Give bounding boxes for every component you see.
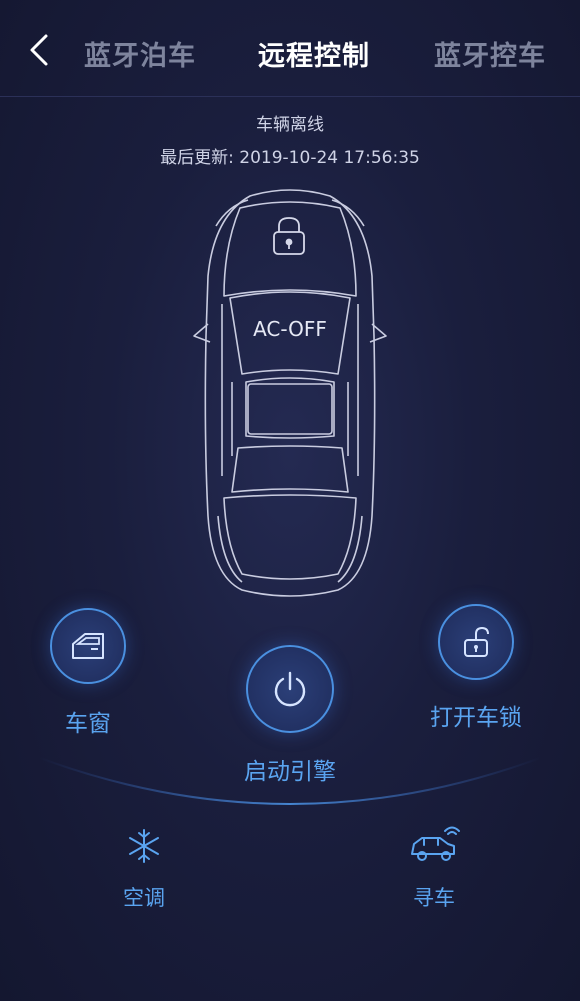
snowflake-icon[interactable] [126,826,162,866]
window-button[interactable] [50,608,126,684]
tab-bluetooth-parking[interactable]: 蓝牙泊车 [84,34,196,73]
last-updated-text: 最后更新: 2019-10-24 17:56:35 [160,148,420,168]
start-engine-button[interactable] [246,645,334,733]
car-door-icon [72,633,104,659]
power-icon [274,671,306,707]
tab-remote-control[interactable]: 远程控制 [258,34,370,73]
car-outline-illustration [193,189,387,597]
unlock-label: 打开车锁 [430,705,522,731]
ac-label[interactable]: 空调 [104,882,184,912]
unlocked-padlock-icon [464,626,489,657]
find-car-icon[interactable] [408,826,464,866]
locked-padlock-icon [273,217,305,255]
curved-divider [39,757,541,805]
vehicle-status-text: 车辆离线 [256,115,324,135]
window-label: 车窗 [65,711,111,737]
tab-bluetooth-vehicle-control[interactable]: 蓝牙控车 [434,34,546,73]
ac-status-text: AC-OFF [253,317,327,341]
back-arrow-icon[interactable] [22,30,62,70]
unlock-button[interactable] [438,604,514,680]
find-car-label[interactable]: 寻车 [394,882,474,912]
top-navigation-bar: 蓝牙泊车 远程控制 蓝牙控车 [0,0,580,97]
